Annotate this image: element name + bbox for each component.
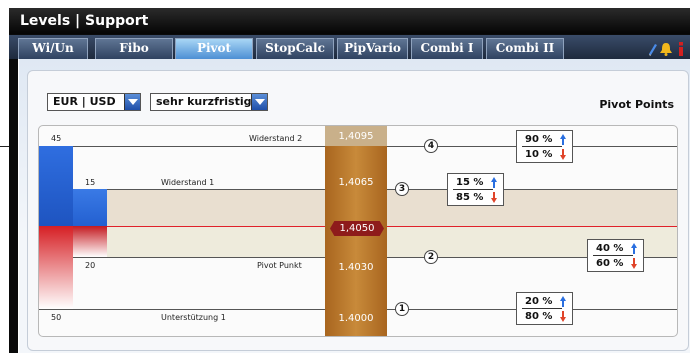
prob-down-pivot: 60 % [596, 258, 624, 269]
prob-down-s1: 80 % [525, 311, 553, 322]
prob-up-r2: 90 % [525, 134, 553, 145]
level-marker-2: 2 [424, 250, 438, 264]
price-s1: 1.4000 [338, 313, 374, 324]
chevron-down-icon [251, 94, 267, 110]
tab-wi-un[interactable]: Wi/Un [18, 38, 88, 59]
prob-down-r1: 85 % [456, 192, 484, 203]
arrow-up-icon [560, 296, 566, 307]
level-marker-3: 3 [395, 182, 409, 196]
resistance-bar-r2 [39, 146, 73, 226]
tab-combi-i[interactable]: Combi I [411, 38, 483, 59]
horizon-value: sehr kurzfristig [156, 95, 252, 108]
pivot-chart: 45 15 20 50 Widerstand 2 Widerstand 1 Pi… [38, 125, 678, 337]
chevron-down-icon [124, 94, 140, 110]
probability-box-pivot[interactable]: 40 % 60 % [587, 239, 644, 272]
level-name-r1: Widerstand 1 [161, 178, 215, 187]
support-bar-pivot [73, 226, 107, 257]
level-marker-1: 1 [395, 302, 409, 316]
resistance-zone [107, 189, 677, 226]
support-bar-s1 [39, 226, 73, 309]
arrow-down-icon [560, 311, 566, 322]
count-r1: 15 [85, 178, 96, 187]
horizon-select[interactable]: sehr kurzfristig [150, 93, 268, 111]
prob-up-r1: 15 % [456, 177, 484, 188]
tab-stopcalc[interactable]: StopCalc [256, 38, 334, 59]
current-price-badge: 1,4050 [330, 221, 384, 236]
levels-support-widget: Levels | Support Wi/Un Fibo Pivot StopCa… [9, 8, 690, 353]
resistance-bar-r1 [73, 189, 107, 226]
arrow-up-icon [631, 243, 637, 254]
arrow-up-icon [491, 177, 497, 188]
tab-bar: Wi/Un Fibo Pivot StopCalc PipVario Combi… [9, 35, 690, 59]
pivot-panel: EUR | USD sehr kurzfristig Pivot Points [18, 59, 690, 353]
count-pivot: 20 [85, 261, 96, 270]
probability-box-s1[interactable]: 20 % 80 % [516, 292, 573, 325]
level-name-r2: Widerstand 2 [249, 134, 303, 143]
probability-box-r1[interactable]: 15 % 85 % [447, 173, 504, 206]
toolbar-icons [646, 42, 686, 56]
arrow-down-icon [560, 149, 566, 160]
currency-pair-select[interactable]: EUR | USD [47, 93, 141, 111]
panel-title: Pivot Points [599, 98, 674, 111]
info-icon[interactable] [676, 42, 686, 56]
arrow-up-icon [560, 134, 566, 145]
level-name-s1: Unterstützung 1 [161, 313, 226, 322]
tab-pipvario[interactable]: PipVario [337, 38, 408, 59]
arrow-down-icon [491, 192, 497, 203]
bell-icon[interactable] [659, 42, 673, 56]
price-r1: 1,4065 [338, 177, 374, 188]
prob-up-pivot: 40 % [596, 243, 624, 254]
prob-down-r2: 10 % [525, 149, 553, 160]
probability-box-r2[interactable]: 90 % 10 % [516, 130, 573, 163]
tab-pivot[interactable]: Pivot [175, 38, 253, 59]
currency-pair-value: EUR | USD [53, 95, 116, 108]
arrow-down-icon [631, 258, 637, 269]
pen-icon[interactable] [646, 42, 658, 56]
count-s1: 50 [51, 313, 62, 322]
price-pivot: 1.4030 [338, 262, 374, 273]
price-r2: 1,4095 [338, 131, 374, 142]
tab-fibo[interactable]: Fibo [95, 38, 173, 59]
level-name-pivot: Pivot Punkt [257, 261, 302, 270]
count-r2: 45 [51, 134, 62, 143]
pivot-container: EUR | USD sehr kurzfristig Pivot Points [27, 70, 689, 351]
window-title: Levels | Support [9, 8, 690, 34]
level-marker-4: 4 [424, 139, 438, 153]
tab-combi-ii[interactable]: Combi II [486, 38, 564, 59]
prob-up-s1: 20 % [525, 296, 553, 307]
